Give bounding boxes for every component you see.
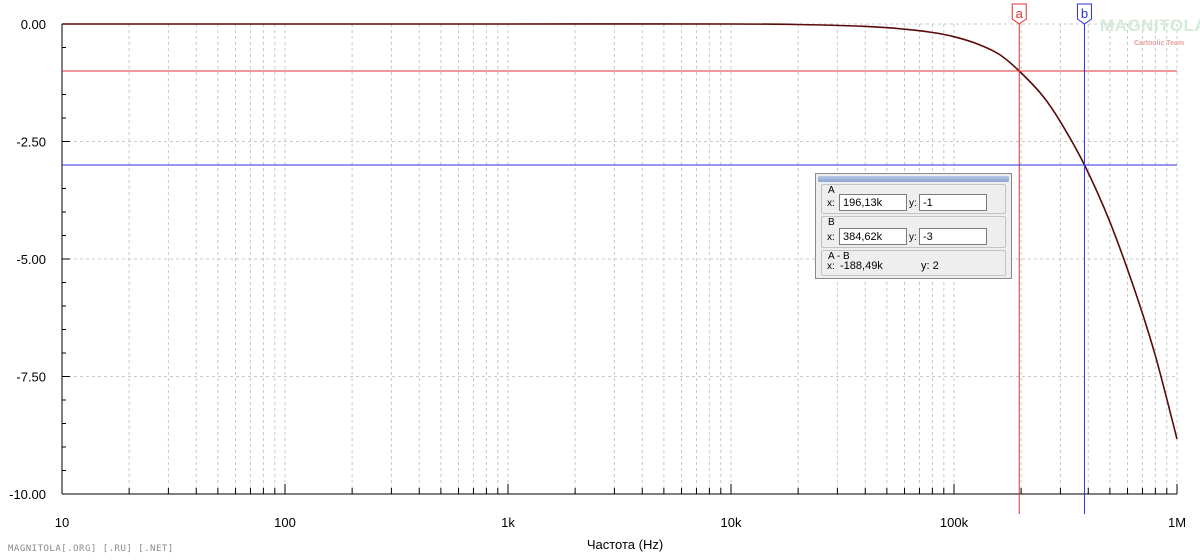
y-tick-label: 0.00 [21, 17, 46, 32]
y-tick-label: -5.00 [16, 252, 46, 267]
cursor-a-x-prefix: x: [827, 198, 835, 209]
cursor-b-x-prefix: x: [827, 232, 835, 243]
frequency-response-chart: a b 10 100 1k 10k 100k 1M 0.00 -2.50 -5.00 -7.50 -1… [9, 3, 1186, 552]
cursor-diff-y-value: y: 2 [921, 260, 939, 272]
y-tick-label: -7.50 [16, 370, 46, 385]
panel-titlebar[interactable] [818, 176, 1009, 182]
logo-subtext: Cartoolic Team [1134, 40, 1185, 47]
logo-text: MAGNITOLA [1100, 16, 1200, 35]
cursor-b-y-prefix: y: [909, 232, 917, 243]
x-axis-label: Частота (Hz) [587, 537, 663, 552]
cursor-b-y-field[interactable] [919, 228, 987, 245]
cursor-diff-group: A - B x: -188,49k y: 2 [821, 250, 1006, 276]
x-tick-label: 100k [940, 515, 969, 530]
x-tick-label: 1k [501, 515, 515, 530]
cursor-a-y-prefix: y: [909, 198, 917, 209]
cursor-a-group: A x: y: [821, 184, 1006, 214]
cursor-a-y-field[interactable] [919, 194, 987, 211]
cursor-a-x-field[interactable] [839, 194, 907, 211]
footer-watermark: MAGNITOLA[.ORG] [.RU] [.NET] [8, 544, 174, 554]
x-tick-label: 10 [55, 515, 69, 530]
cursor-a-title: A [828, 185, 835, 196]
y-tick-label: -2.50 [16, 135, 46, 150]
x-tick-label: 1M [1168, 515, 1186, 530]
cursor-a-label: a [1016, 6, 1024, 21]
cursor-diff-x-prefix: x: [827, 261, 835, 272]
cursor-b-group: B x: y: [821, 216, 1006, 248]
cursor-b-x-field[interactable] [839, 228, 907, 245]
y-tick-label: -10.00 [9, 487, 46, 502]
cursor-b-title: B [828, 217, 835, 228]
magnitola-logo: MAGNITOLA Cartoolic Team [1100, 16, 1200, 52]
x-tick-label: 10k [721, 515, 742, 530]
cursor-b-label: b [1081, 6, 1088, 21]
cursor-readout-panel[interactable]: A x: y: B x: y: A - B x: -188,49k y: 2 [815, 173, 1012, 279]
x-tick-label: 100 [274, 515, 296, 530]
cursor-diff-x-value: -188,49k [840, 260, 883, 272]
